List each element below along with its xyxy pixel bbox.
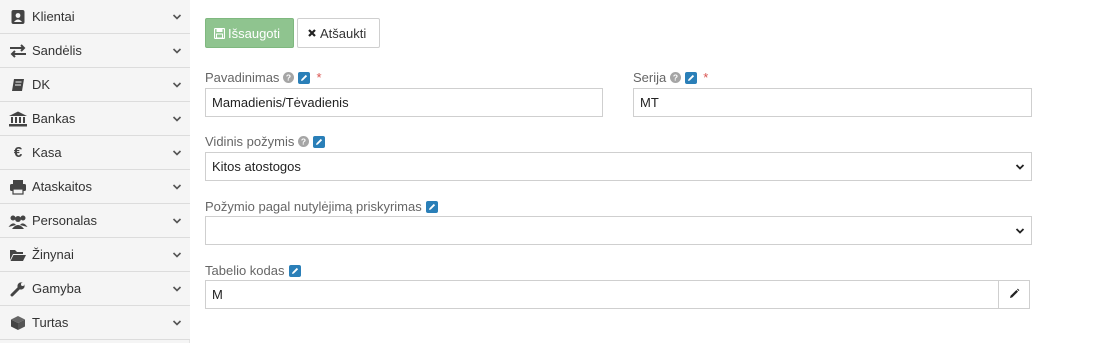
- default-attr-label-row: Požymio pagal nutylėjimą priskyrimas: [205, 199, 438, 214]
- required-marker: *: [316, 70, 322, 85]
- sidebar: Klientai Sandėlis DK Bankas € Kasa Atask…: [0, 0, 190, 343]
- sidebar-item-label: Turtas: [32, 315, 69, 330]
- default-attr-select[interactable]: [205, 216, 1032, 245]
- series-input[interactable]: MT: [633, 88, 1032, 117]
- help-icon[interactable]: ?: [283, 72, 295, 83]
- chevron-down-icon: [1015, 162, 1025, 172]
- chevron-down-icon: [171, 317, 183, 329]
- sidebar-item-label: Klientai: [32, 9, 75, 24]
- cube-icon: [7, 313, 29, 333]
- floppy-disk-icon: [214, 27, 225, 39]
- svg-text:?: ?: [286, 73, 291, 83]
- save-button[interactable]: Išsaugoti: [205, 18, 294, 48]
- svg-text:?: ?: [673, 73, 678, 83]
- sidebar-item-label: Gamyba: [32, 281, 82, 296]
- sidebar-item-gamyba[interactable]: Gamyba: [0, 272, 190, 306]
- printer-icon: [7, 177, 29, 197]
- edit-icon[interactable]: [288, 264, 301, 277]
- chevron-down-icon: [1015, 226, 1025, 236]
- wrench-icon: [7, 279, 29, 299]
- cancel-button-label: Atšaukti: [320, 25, 367, 41]
- book-icon: [7, 75, 29, 95]
- edit-icon[interactable]: [425, 200, 438, 213]
- series-field-label: Serija: [633, 70, 667, 85]
- chevron-down-icon: [171, 215, 183, 227]
- timesheet-code-label: Tabelio kodas: [205, 263, 285, 278]
- sidebar-item-label: Sandėlis: [32, 43, 82, 58]
- name-input[interactable]: Mamadienis/Tėvadienis: [205, 88, 603, 117]
- help-icon[interactable]: ?: [298, 136, 310, 147]
- timesheet-code-edit-button[interactable]: [998, 280, 1030, 309]
- timesheet-code-input[interactable]: M: [205, 280, 1000, 309]
- sidebar-item-klientai[interactable]: Klientai: [0, 0, 190, 34]
- sidebar-item-ataskaitos[interactable]: Ataskaitos: [0, 170, 190, 204]
- chevron-down-icon: [171, 249, 183, 261]
- chevron-down-icon: [171, 11, 183, 23]
- sidebar-item-zinynai[interactable]: Žinynai: [0, 238, 190, 272]
- edit-icon[interactable]: [685, 71, 698, 84]
- internal-attr-select[interactable]: Kitos atostogos: [205, 152, 1032, 181]
- pencil-icon: [1009, 287, 1020, 302]
- name-field-label: Pavadinimas: [205, 70, 280, 85]
- edit-icon[interactable]: [313, 135, 326, 148]
- sidebar-item-label: Žinynai: [32, 247, 74, 262]
- save-button-label: Išsaugoti: [228, 25, 281, 41]
- sidebar-item-label: Personalas: [32, 213, 98, 228]
- cancel-button[interactable]: Atšaukti: [297, 18, 380, 48]
- users-icon: [7, 211, 29, 231]
- sidebar-item-label: Bankas: [32, 111, 76, 126]
- timesheet-code-label-row: Tabelio kodas: [205, 263, 301, 278]
- address-card-icon: [7, 7, 29, 27]
- sidebar-item-dk[interactable]: DK: [0, 68, 190, 102]
- sidebar-item-label: DK: [32, 77, 51, 92]
- sidebar-item-personalas[interactable]: Personalas: [0, 204, 190, 238]
- sidebar-item-bankas[interactable]: Bankas: [0, 102, 190, 136]
- sidebar-item-turtas[interactable]: Turtas: [0, 306, 190, 340]
- sidebar-item-kasa[interactable]: € Kasa: [0, 136, 190, 170]
- chevron-down-icon: [171, 79, 183, 91]
- required-marker: *: [703, 70, 709, 85]
- edit-icon[interactable]: [298, 71, 311, 84]
- chevron-down-icon: [171, 147, 183, 159]
- close-icon: [307, 28, 317, 38]
- chevron-down-icon: [171, 283, 183, 295]
- euro-icon: €: [13, 144, 23, 161]
- chevron-down-icon: [171, 181, 183, 193]
- series-field-label-row: Serija ? *: [633, 70, 708, 85]
- internal-attr-label-row: Vidinis požymis ?: [205, 134, 326, 149]
- folder-open-icon: [7, 245, 29, 265]
- sidebar-item-sandelis[interactable]: Sandėlis: [0, 34, 190, 68]
- default-attr-label: Požymio pagal nutylėjimą priskyrimas: [205, 199, 422, 214]
- main-form: Išsaugoti Atšaukti Pavadinimas ? * Mamad…: [190, 0, 1094, 343]
- name-field-label-row: Pavadinimas ? *: [205, 70, 322, 85]
- sidebar-item-label: Ataskaitos: [32, 179, 92, 194]
- bank-icon: [7, 109, 29, 129]
- internal-attr-value: Kitos atostogos: [212, 159, 301, 174]
- svg-text:?: ?: [301, 137, 306, 147]
- sidebar-item-label: Kasa: [32, 145, 62, 160]
- internal-attr-label: Vidinis požymis: [205, 134, 295, 149]
- exchange-icon: [7, 41, 29, 61]
- chevron-down-icon: [171, 113, 183, 125]
- chevron-down-icon: [171, 45, 183, 57]
- help-icon[interactable]: ?: [670, 72, 682, 83]
